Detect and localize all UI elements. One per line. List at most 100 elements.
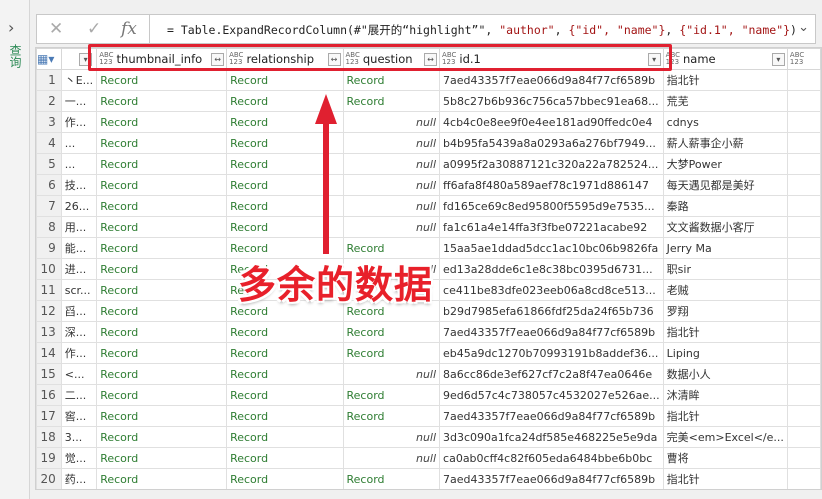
cell-partial[interactable]: <... [60, 363, 98, 385]
formula-input[interactable]: = Table.ExpandRecordColumn(#"展开的“highlig… [167, 22, 797, 38]
cell-question[interactable]: null [342, 195, 441, 217]
cell-empty[interactable] [786, 342, 821, 364]
row-number[interactable]: 11 [36, 279, 62, 301]
cell-empty[interactable] [786, 90, 821, 112]
cell-partial[interactable]: 作... [60, 111, 98, 133]
cell-thumbnail-info[interactable]: Record [96, 342, 228, 364]
cell-empty[interactable] [786, 321, 821, 343]
table-row[interactable]: 1 丶E... Record Record Record 7aed43357f7eae06… [36, 69, 821, 91]
cell-name[interactable]: 完美<em>Excel</e... [662, 426, 788, 448]
cell-relationship[interactable]: Record [226, 384, 344, 406]
confirm-check-icon[interactable]: ✓ [87, 19, 101, 39]
cell-empty[interactable] [786, 363, 821, 385]
cell-thumbnail-info[interactable]: Record [96, 405, 228, 427]
cell-id-1[interactable]: fd165ce69c8ed95800f5595d9e7535... [439, 195, 664, 217]
table-row[interactable]: 6 技... Record Record null ff6afa8f480a589aef7… [36, 174, 821, 196]
cell-question[interactable]: Record [342, 90, 441, 112]
cell-thumbnail-info[interactable]: Record [96, 174, 228, 196]
cell-empty[interactable] [786, 279, 821, 301]
cell-partial[interactable]: 深... [60, 321, 98, 343]
cell-thumbnail-info[interactable]: Record [96, 468, 228, 489]
table-row[interactable]: 19 觉... Record Record null ca0ab0cff4c82f605e… [36, 447, 821, 469]
cell-relationship[interactable]: Record [226, 321, 344, 343]
table-row[interactable]: 4... Record Record null b4b95fa5439a8a0293a6… [36, 132, 821, 154]
cell-thumbnail-info[interactable]: Record [96, 237, 228, 259]
cell-partial[interactable]: 二... [60, 384, 98, 406]
table-row[interactable]: 16 二... Record Record Record 9ed6d57c4c738057… [36, 384, 821, 406]
cell-partial[interactable]: 窖... [60, 405, 98, 427]
row-number[interactable]: 16 [36, 384, 62, 406]
cell-empty[interactable] [786, 258, 821, 280]
cell-name[interactable]: 老贼 [662, 279, 788, 301]
cell-question[interactable]: null [342, 111, 441, 133]
row-number[interactable]: 18 [36, 426, 62, 448]
cell-question[interactable]: Record [342, 321, 441, 343]
expand-queries-chevron-icon[interactable]: › [8, 18, 14, 37]
cell-name[interactable]: 指北针 [662, 468, 788, 489]
cell-id-1[interactable]: 9ed6d57c4c738057c4532027e526ae... [439, 384, 664, 406]
cell-partial[interactable]: 一... [60, 90, 98, 112]
cell-question[interactable]: Record [342, 69, 441, 91]
cell-name[interactable]: 罗翔 [662, 300, 788, 322]
cell-name[interactable]: 职sir [662, 258, 788, 280]
cell-relationship[interactable]: Record [226, 405, 344, 427]
row-number[interactable]: 15 [36, 363, 62, 385]
cell-empty[interactable] [786, 132, 821, 154]
cell-empty[interactable] [786, 174, 821, 196]
cell-id-1[interactable]: 15aa5ae1ddad5dcc1ac10bc06b9826fa [439, 237, 664, 259]
cell-question[interactable]: null [342, 153, 441, 175]
row-number[interactable]: 13 [36, 321, 62, 343]
cell-partial[interactable]: 用... [60, 216, 98, 238]
cell-name[interactable]: cdnys [662, 111, 788, 133]
cell-relationship[interactable]: Record [226, 363, 344, 385]
cell-partial[interactable]: 能... [60, 237, 98, 259]
cell-partial[interactable]: 舀... [60, 300, 98, 322]
cell-id-1[interactable]: 7aed43357f7eae066d9a84f77cf6589b [439, 321, 664, 343]
cell-id-1[interactable]: 7aed43357f7eae066d9a84f77cf6589b [439, 405, 664, 427]
cell-relationship[interactable]: Record [226, 468, 344, 489]
cell-thumbnail-info[interactable]: Record [96, 447, 228, 469]
cell-partial[interactable]: 3... [60, 426, 98, 448]
row-number[interactable]: 12 [36, 300, 62, 322]
row-number[interactable]: 5 [36, 153, 62, 175]
cell-empty[interactable] [786, 237, 821, 259]
cell-id-1[interactable]: 4cb4c0e8ee9f0e4ee181ad90ffedc0e4 [439, 111, 664, 133]
cell-empty[interactable] [786, 468, 821, 489]
cell-thumbnail-info[interactable]: Record [96, 195, 228, 217]
row-number[interactable]: 14 [36, 342, 62, 364]
cell-id-1[interactable]: a0995f2a30887121c320a22a782524... [439, 153, 664, 175]
cell-thumbnail-info[interactable]: Record [96, 132, 228, 154]
cell-partial[interactable]: 26... [60, 195, 98, 217]
cell-thumbnail-info[interactable]: Record [96, 363, 228, 385]
table-row[interactable]: 15 <... Record Record null 8a6cc86de3ef627cf7… [36, 363, 821, 385]
cell-thumbnail-info[interactable]: Record [96, 426, 228, 448]
cell-empty[interactable] [786, 405, 821, 427]
cell-id-1[interactable]: ed13a28dde6c1e8c38bc0395d6731... [439, 258, 664, 280]
cell-thumbnail-info[interactable]: Record [96, 90, 228, 112]
cell-id-1[interactable]: b29d7985efa61866fdf25da24f65b736 [439, 300, 664, 322]
cell-id-1[interactable]: 7aed43357f7eae066d9a84f77cf6589b [439, 69, 664, 91]
cell-empty[interactable] [786, 111, 821, 133]
cell-name[interactable]: 薪人薪事企小薪 [662, 132, 788, 154]
cell-partial[interactable]: 觉... [60, 447, 98, 469]
row-number[interactable]: 19 [36, 447, 62, 469]
row-number[interactable]: 3 [36, 111, 62, 133]
cell-id-1[interactable]: 8a6cc86de3ef627cf7c2a8f47ea0646e [439, 363, 664, 385]
cell-name[interactable]: 指北针 [662, 405, 788, 427]
cell-name[interactable]: 指北针 [662, 69, 788, 91]
cell-partial[interactable]: 作... [60, 342, 98, 364]
cell-partial[interactable]: ... [60, 153, 98, 175]
cell-thumbnail-info[interactable]: Record [96, 111, 228, 133]
row-number[interactable]: 6 [36, 174, 62, 196]
table-row[interactable]: 5... Record Record null a0995f2a30887121c320… [36, 153, 821, 175]
cell-thumbnail-info[interactable]: Record [96, 258, 228, 280]
cell-thumbnail-info[interactable]: Record [96, 279, 228, 301]
cell-relationship[interactable]: Record [226, 426, 344, 448]
cell-name[interactable]: 指北针 [662, 321, 788, 343]
cell-id-1[interactable]: 5b8c27b6b936c756ca57bbec91ea68... [439, 90, 664, 112]
column-header-name[interactable]: ABC 123 name ▾ [662, 48, 788, 70]
cell-name[interactable]: 沐清眸 [662, 384, 788, 406]
cell-id-1[interactable]: ff6afa8f480a589aef78c1971d886147 [439, 174, 664, 196]
cell-id-1[interactable]: fa1c61a4e14ffa3f3fbe07221acabe92 [439, 216, 664, 238]
cell-name[interactable]: 每天遇见都是美好 [662, 174, 788, 196]
